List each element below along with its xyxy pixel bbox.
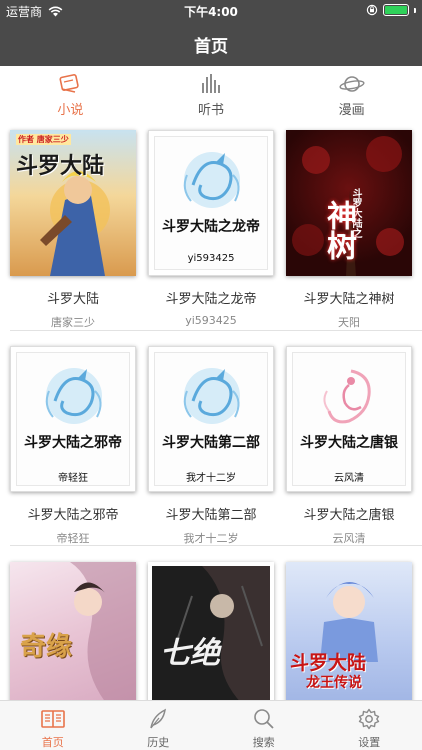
tab-novel[interactable]: 小说 [0,66,141,118]
status-bar: 运营商 下午4:00 [0,0,422,22]
book-icon [56,72,84,96]
cover-title: 斗罗大陆之龙帝 [162,219,260,235]
book-cover[interactable]: 斗罗大陆之邪帝 帝轻狂 [10,346,136,492]
audio-bars-icon [197,72,225,96]
dragon-art-icon [183,368,240,424]
tab-settings[interactable]: 设置 [317,701,422,750]
book-cover[interactable]: 七绝 [148,562,274,708]
cover-title: 斗罗大陆之邪帝 [24,435,122,451]
tab-settings-label: 设置 [358,736,381,749]
tab-search-label: 搜索 [252,736,275,749]
dragon-art-icon [45,368,102,424]
cover-subtitle: 龙王传说 [306,675,362,691]
book-item[interactable]: 奇缘 [10,562,136,708]
book-author: 我才十二岁 [183,532,239,545]
row-divider [10,330,422,331]
book-item[interactable]: 斗罗大陆第二部 我才十二岁 斗罗大陆第二部 我才十二岁 [148,346,274,546]
book-item[interactable]: 斗罗大陆之唐银 云风清 斗罗大陆之唐银 云风清 [286,346,412,546]
search-icon [251,707,277,731]
cover-subtitle: 作者 唐家三少 [16,134,71,145]
tab-history-label: 历史 [147,736,170,749]
book-item[interactable]: 七绝 [148,562,274,708]
cover-title: 斗罗大陆之唐银 [300,435,398,451]
tab-comic-label: 漫画 [338,103,365,118]
cover-author: yi593425 [187,253,235,264]
book-title: 斗罗大陆 [46,292,99,307]
book-item[interactable]: 斗罗大陆之邪帝 帝轻狂 斗罗大陆之邪帝 帝轻狂 [10,346,136,546]
bottom-tab-bar: 首页 历史 搜索 设置 [0,700,422,750]
book-item[interactable]: 作者 唐家三少 斗罗大陆 斗罗大陆 唐家三少 [10,130,136,330]
tab-history[interactable]: 历史 [106,701,212,750]
tab-search[interactable]: 搜索 [211,701,317,750]
feather-icon [145,707,171,731]
book-cover[interactable]: 斗罗大陆 龙王传说 [286,562,412,708]
cover-title: 斗罗大陆第二部 [162,435,260,451]
book-title: 斗罗大陆之邪帝 [27,508,119,523]
tab-home[interactable]: 首页 [0,701,106,750]
tab-home-label: 首页 [41,736,64,749]
cover-title: 七绝 [160,636,220,671]
cover-title: 斗罗大陆 [16,154,105,179]
book-author: 天阳 [338,316,360,329]
cover-title: 奇缘 [20,632,73,662]
phoenix-art-icon [323,369,371,424]
book-item[interactable]: 斗罗大陆 龙王传说 [286,562,412,708]
page-title: 首页 [194,36,228,57]
book-author: 云风清 [332,532,366,545]
tab-audiobook[interactable]: 听书 [141,66,282,118]
book-author: yi593425 [185,314,237,327]
dragon-art-icon [183,152,240,208]
book-cover[interactable]: 斗罗大陆之 神树 [286,130,412,276]
cover-title: 斗罗大陆 [290,652,367,674]
tab-audiobook-label: 听书 [198,103,225,118]
book-author: 唐家三少 [51,316,95,329]
battery-cap [414,7,416,13]
book-title: 斗罗大陆之龙帝 [165,292,257,307]
gear-icon [356,707,382,731]
book-cover[interactable]: 斗罗大陆之唐银 云风清 [286,346,412,492]
row-divider [10,545,422,546]
status-right [366,4,416,16]
book-title: 斗罗大陆之唐银 [303,508,395,523]
book-author: 帝轻狂 [56,532,90,545]
book-item[interactable]: 斗罗大陆之 神树 斗罗大陆之神树 天阳 [286,130,412,330]
cover-author: 云风清 [334,473,364,484]
book-cover[interactable]: 斗罗大陆之龙帝 yi593425 [148,130,274,276]
tab-novel-label: 小说 [57,103,84,118]
tab-comic[interactable]: 漫画 [281,66,422,118]
book-item[interactable]: 斗罗大陆之龙帝 yi593425 斗罗大陆之龙帝 yi593425 [148,130,274,327]
cover-title: 神树 [321,200,356,260]
book-cover[interactable]: 作者 唐家三少 斗罗大陆 [10,130,136,276]
book-title: 斗罗大陆之神树 [303,292,395,307]
book-title: 斗罗大陆第二部 [165,508,257,523]
category-tabs: 小说 听书 漫画 [0,66,422,118]
nav-bar: 首页 [0,22,422,66]
battery-icon [383,4,409,16]
book-cover[interactable]: 奇缘 [10,562,136,708]
book-open-icon [40,707,66,731]
cover-author: 我才十二岁 [186,473,236,484]
planet-icon [338,72,366,96]
book-cover[interactable]: 斗罗大陆第二部 我才十二岁 [148,346,274,492]
status-time: 下午4:00 [184,5,238,19]
cover-author: 帝轻狂 [58,473,88,484]
orientation-lock-icon [366,4,378,16]
